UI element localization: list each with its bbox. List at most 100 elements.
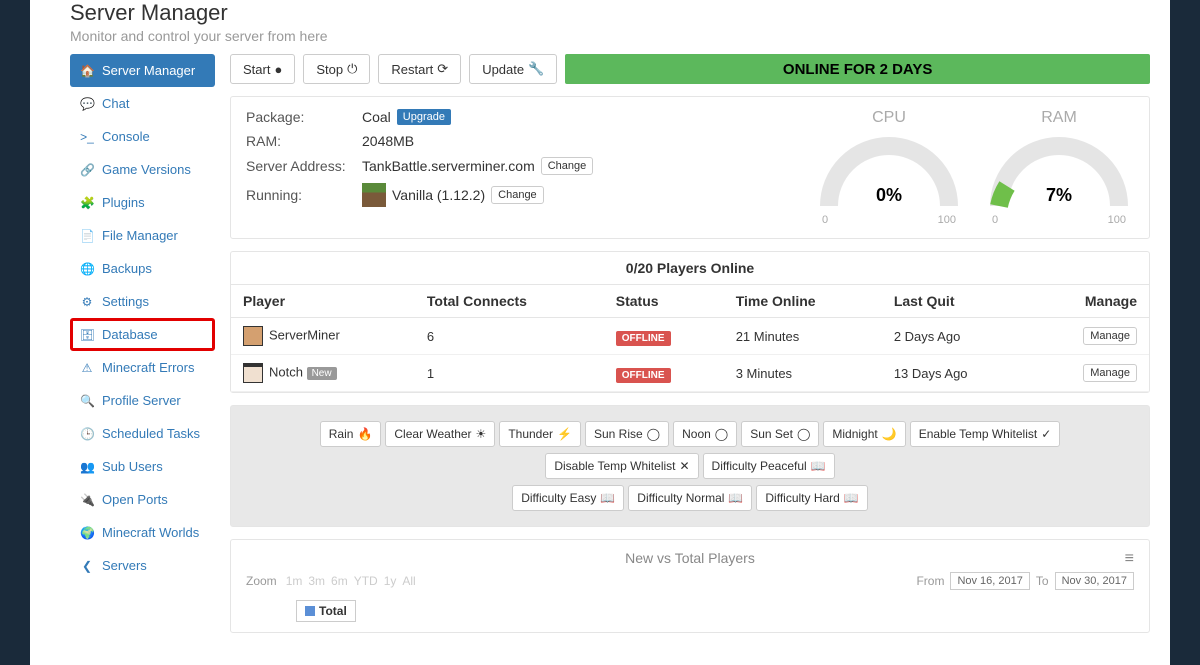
sidebar-item-open-ports[interactable]: 🔌Open Ports [70, 483, 215, 516]
chart-menu-icon[interactable]: ≡ [1125, 550, 1134, 568]
status-badge: OFFLINE [616, 368, 671, 383]
sidebar-icon: 💬 [80, 97, 94, 111]
sidebar-item-label: Settings [102, 294, 149, 309]
sidebar-item-label: Plugins [102, 195, 145, 210]
manage-button[interactable]: Manage [1083, 364, 1137, 382]
sidebar-item-profile-server[interactable]: 🔍 Profile Server [70, 384, 215, 417]
sidebar-item-scheduled-tasks[interactable]: 🕒 Scheduled Tasks [70, 417, 215, 450]
command-sun-rise[interactable]: Sun Rise ◯ [585, 421, 669, 447]
from-date[interactable]: Nov 16, 2017 [950, 572, 1029, 590]
sidebar-icon: 🗄 [80, 328, 94, 342]
zoom-3m[interactable]: 3m [305, 574, 328, 588]
command-icon: ✕ [679, 459, 689, 473]
page-subtitle: Monitor and control your server from her… [70, 28, 1150, 44]
sidebar-icon: >_ [80, 130, 94, 144]
from-label: From [916, 574, 944, 588]
col-connects: Total Connects [415, 285, 604, 318]
command-noon[interactable]: Noon ◯ [673, 421, 737, 447]
restart-button[interactable]: Restart ⟳ [378, 54, 461, 84]
ram-value: 2048MB [362, 133, 414, 149]
sidebar-icon: 🔌 [80, 493, 94, 507]
change-version-button[interactable]: Change [491, 186, 544, 204]
sidebar-item-console[interactable]: >_ Console [70, 120, 215, 153]
command-icon: ⚡ [557, 427, 572, 441]
cpu-gauge: CPU 0% 0100 [814, 109, 964, 226]
sidebar-item-label: Sub Users [102, 459, 163, 474]
sidebar-item-label: File Manager [102, 228, 178, 243]
chart-legend[interactable]: Total [296, 600, 356, 622]
zoom-1m[interactable]: 1m [283, 574, 306, 588]
zoom-all[interactable]: All [399, 574, 418, 588]
upgrade-button[interactable]: Upgrade [397, 109, 451, 125]
sidebar-item-servers[interactable]: ❮Servers [70, 549, 215, 582]
stop-button[interactable]: Stop ⏻ [303, 54, 370, 84]
command-difficulty-peaceful[interactable]: Difficulty Peaceful 📖 [703, 453, 835, 479]
package-value: Coal [362, 109, 391, 125]
sidebar-item-backups[interactable]: 🌐 Backups [70, 252, 215, 285]
sidebar-item-label: Server Manager [102, 63, 195, 78]
sidebar-icon: 🔍 [80, 394, 94, 408]
sidebar-icon: 🌐 [80, 262, 94, 276]
sidebar-item-server-manager[interactable]: 🏠Server Manager [70, 54, 215, 87]
new-badge: New [307, 367, 337, 380]
sidebar-item-sub-users[interactable]: 👥 Sub Users [70, 450, 215, 483]
sidebar-item-label: Scheduled Tasks [102, 426, 200, 441]
zoom-1y[interactable]: 1y [381, 574, 400, 588]
sidebar-item-database[interactable]: 🗄 Database [70, 318, 215, 351]
change-address-button[interactable]: Change [541, 157, 594, 175]
command-sun-set[interactable]: Sun Set ◯ [741, 421, 819, 447]
col-last: Last Quit [882, 285, 1031, 318]
zoom-6m[interactable]: 6m [328, 574, 351, 588]
refresh-icon: ⟳ [437, 61, 448, 77]
update-button[interactable]: Update 🔧 [469, 54, 557, 84]
sidebar-icon: 👥 [80, 460, 94, 474]
table-row: ServerMiner6OFFLINE21 Minutes2 Days AgoM… [231, 318, 1149, 355]
command-disable-temp-whitelist[interactable]: Disable Temp Whitelist ✕ [545, 453, 698, 479]
address-label: Server Address: [246, 158, 356, 174]
sidebar-item-chat[interactable]: 💬 Chat [70, 87, 215, 120]
sidebar-item-minecraft-worlds[interactable]: 🌍 Minecraft Worlds [70, 516, 215, 549]
zoom-ytd[interactable]: YTD [351, 574, 381, 588]
manage-button[interactable]: Manage [1083, 327, 1137, 345]
command-thunder[interactable]: Thunder ⚡ [499, 421, 581, 447]
sidebar-icon: 🕒 [80, 427, 94, 441]
sidebar-icon: 🧩 [80, 196, 94, 210]
sidebar-item-label: Minecraft Errors [102, 360, 194, 375]
command-icon: ◯ [715, 427, 728, 441]
command-icon: 📖 [600, 491, 615, 505]
sidebar-item-label: Backups [102, 261, 152, 276]
col-manage: Manage [1031, 285, 1149, 318]
sidebar-item-label: Minecraft Worlds [102, 525, 199, 540]
sidebar-item-label: Profile Server [102, 393, 181, 408]
command-clear-weather[interactable]: Clear Weather ☀ [385, 421, 495, 447]
command-midnight[interactable]: Midnight 🌙 [823, 421, 905, 447]
svg-text:0%: 0% [876, 185, 902, 205]
command-difficulty-hard[interactable]: Difficulty Hard 📖 [756, 485, 867, 511]
to-date[interactable]: Nov 30, 2017 [1055, 572, 1134, 590]
sidebar-icon: 🌍 [80, 526, 94, 540]
sidebar-item-settings[interactable]: ⚙ Settings [70, 285, 215, 318]
command-icon: ◯ [797, 427, 810, 441]
sidebar-item-game-versions[interactable]: 🔗Game Versions [70, 153, 215, 186]
sidebar-item-label: Console [102, 129, 150, 144]
command-difficulty-normal[interactable]: Difficulty Normal 📖 [628, 485, 752, 511]
sidebar-item-label: Chat [102, 96, 129, 111]
command-icon: 📖 [728, 491, 743, 505]
player-avatar-icon [243, 363, 263, 383]
command-icon: ◯ [647, 427, 660, 441]
command-icon: 📖 [811, 459, 826, 473]
sidebar-icon: ⚙ [80, 295, 94, 309]
command-difficulty-easy[interactable]: Difficulty Easy 📖 [512, 485, 624, 511]
sidebar-item-label: Database [102, 327, 158, 342]
running-value: Vanilla (1.12.2) [392, 187, 485, 203]
sidebar-icon: 🔗 [80, 163, 94, 177]
sidebar-icon: ⚠ [80, 361, 94, 375]
command-rain[interactable]: Rain 🔥 [320, 421, 382, 447]
sidebar-item-file-manager[interactable]: 📄 File Manager [70, 219, 215, 252]
svg-text:7%: 7% [1046, 185, 1072, 205]
command-enable-temp-whitelist[interactable]: Enable Temp Whitelist ✓ [910, 421, 1061, 447]
sidebar-item-plugins[interactable]: 🧩 Plugins [70, 186, 215, 219]
sidebar-item-minecraft-errors[interactable]: ⚠ Minecraft Errors [70, 351, 215, 384]
sidebar-icon: 📄 [80, 229, 94, 243]
start-button[interactable]: Start ● [230, 54, 295, 84]
